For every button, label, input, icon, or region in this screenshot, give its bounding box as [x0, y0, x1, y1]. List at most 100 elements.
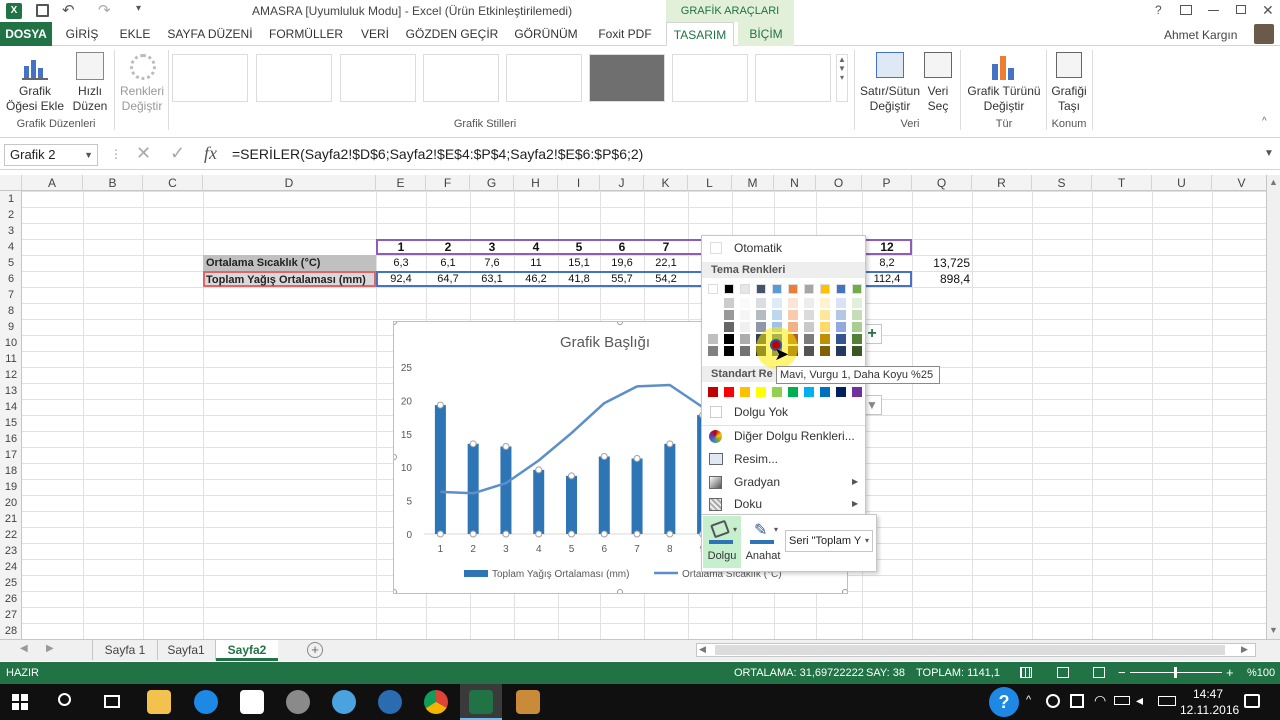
- theme-shade-swatch[interactable]: [836, 322, 846, 332]
- sheet-tab[interactable]: Sayfa 1: [94, 640, 156, 661]
- outline-button[interactable]: ✎ Anahat: [744, 516, 782, 568]
- standard-color-swatch[interactable]: [788, 387, 798, 397]
- row-header[interactable]: 8: [0, 303, 22, 319]
- column-header[interactable]: R: [972, 175, 1032, 191]
- insert-function-icon[interactable]: fx: [204, 143, 217, 164]
- column-header[interactable]: P: [862, 175, 912, 191]
- help-icon[interactable]: ?: [1155, 3, 1162, 17]
- edge-icon[interactable]: [194, 690, 218, 714]
- restore-icon[interactable]: [1236, 5, 1246, 14]
- bar-selection-handle[interactable]: [535, 530, 543, 538]
- row-header[interactable]: 2: [0, 207, 22, 223]
- tab-file[interactable]: DOSYA: [0, 22, 52, 46]
- x-tick-label[interactable]: 1: [438, 544, 444, 555]
- row-header[interactable]: 20: [0, 495, 22, 511]
- row-header[interactable]: 10: [0, 335, 22, 351]
- tab-foxit[interactable]: Foxit PDF: [590, 22, 660, 46]
- automatic-color-option[interactable]: Otomatik: [702, 237, 865, 259]
- theme-shade-swatch[interactable]: [788, 298, 798, 308]
- value-cell[interactable]: 92,4: [376, 271, 426, 287]
- row-header[interactable]: 22: [0, 527, 22, 543]
- collapse-ribbon-icon[interactable]: ^: [1262, 116, 1267, 127]
- row6-label-cell[interactable]: Toplam Yağış Ortalaması (mm): [203, 271, 376, 287]
- header-cell[interactable]: 3: [470, 239, 514, 255]
- row-header[interactable]: 26: [0, 591, 22, 607]
- scroll-left-icon[interactable]: ◀: [699, 644, 706, 655]
- bar-selection-handle[interactable]: [568, 530, 575, 538]
- standard-color-swatch[interactable]: [756, 387, 766, 397]
- next-sheet-icon[interactable]: ▶: [46, 643, 54, 654]
- row-header[interactable]: 4: [0, 239, 22, 255]
- theme-shade-swatch[interactable]: [836, 334, 846, 344]
- x-tick-label[interactable]: 2: [470, 544, 476, 555]
- row-header[interactable]: 21: [0, 511, 22, 527]
- app-refresh-icon[interactable]: [378, 690, 402, 714]
- chrome-icon[interactable]: [424, 690, 448, 714]
- store-icon[interactable]: [240, 690, 264, 714]
- scroll-up-icon[interactable]: ▲: [1269, 177, 1278, 187]
- theme-color-swatch[interactable]: [756, 284, 766, 294]
- y-tick-label[interactable]: 0: [406, 530, 412, 541]
- chart-resize-handle[interactable]: [617, 589, 623, 594]
- bar-selection-handle[interactable]: [666, 440, 674, 448]
- tab-home[interactable]: GİRİŞ: [56, 22, 108, 46]
- x-tick-label[interactable]: 6: [601, 544, 607, 555]
- y-tick-label[interactable]: 15: [401, 430, 413, 441]
- bar[interactable]: [533, 469, 545, 534]
- column-header[interactable]: N: [774, 175, 816, 191]
- standard-color-swatch[interactable]: [852, 387, 862, 397]
- column-header[interactable]: B: [83, 175, 143, 191]
- app-magnifier-icon[interactable]: [332, 690, 356, 714]
- column-header[interactable]: E: [376, 175, 426, 191]
- column-header[interactable]: J: [600, 175, 644, 191]
- theme-shade-swatch[interactable]: [820, 322, 830, 332]
- theme-shade-swatch[interactable]: [852, 310, 862, 320]
- gallery-more-icon[interactable]: ▲ ▼ ▾: [836, 54, 848, 102]
- chart-resize-handle[interactable]: [842, 589, 848, 594]
- theme-shade-swatch[interactable]: [740, 298, 750, 308]
- header-cell[interactable]: 6: [600, 239, 644, 255]
- bar-selection-handle[interactable]: [436, 530, 444, 538]
- theme-shade-swatch[interactable]: [820, 298, 830, 308]
- value-cell[interactable]: 7,6: [470, 255, 514, 271]
- bar[interactable]: [434, 405, 446, 534]
- zoom-slider-thumb[interactable]: [1174, 667, 1177, 678]
- bar-selection-handle[interactable]: [666, 530, 674, 538]
- chart-style-8[interactable]: [755, 54, 831, 102]
- change-chart-type-icon[interactable]: [990, 54, 1016, 80]
- column-header[interactable]: A: [22, 175, 83, 191]
- row-header[interactable]: 14: [0, 399, 22, 415]
- name-box[interactable]: Grafik 2 ▼: [4, 144, 98, 166]
- bar-selection-handle[interactable]: [469, 530, 477, 538]
- bar-selection-handle[interactable]: [633, 455, 641, 463]
- theme-shade-swatch[interactable]: [708, 298, 718, 308]
- vertical-scrollbar[interactable]: ▲ ▼: [1266, 175, 1280, 639]
- gradient-option[interactable]: Gradyan ▶: [702, 471, 865, 493]
- column-header[interactable]: K: [644, 175, 688, 191]
- user-name[interactable]: Ahmet Kargın: [1164, 28, 1237, 42]
- theme-shade-swatch[interactable]: [740, 322, 750, 332]
- header-cell[interactable]: 7: [644, 239, 688, 255]
- horizontal-scrollbar[interactable]: ◀ ▶: [696, 643, 1256, 657]
- page-layout-view-icon[interactable]: [1057, 667, 1069, 678]
- tab-formulas[interactable]: FORMÜLLER: [264, 22, 348, 46]
- row-header[interactable]: 6: [0, 271, 22, 287]
- column-header[interactable]: Q: [912, 175, 972, 191]
- cancel-icon[interactable]: ✕: [136, 143, 151, 164]
- enter-icon[interactable]: ✓: [170, 143, 185, 164]
- tab-data[interactable]: VERİ: [354, 22, 396, 46]
- theme-shade-swatch[interactable]: [852, 346, 862, 356]
- theme-shade-swatch[interactable]: [724, 334, 734, 344]
- theme-shade-swatch[interactable]: [724, 322, 734, 332]
- sheet-tab-active[interactable]: Sayfa2: [216, 640, 278, 661]
- excel-taskbar-icon[interactable]: [469, 690, 493, 714]
- theme-color-swatch[interactable]: [740, 284, 750, 294]
- tray-app-icon[interactable]: [1070, 694, 1084, 708]
- row-header[interactable]: 12: [0, 367, 22, 383]
- windows-start-icon[interactable]: [12, 694, 28, 710]
- row-header[interactable]: 25: [0, 575, 22, 591]
- tab-insert[interactable]: EKLE: [112, 22, 158, 46]
- standard-color-swatch[interactable]: [804, 387, 814, 397]
- row-header[interactable]: 28: [0, 623, 22, 639]
- tray-chevron-icon[interactable]: ^: [1026, 694, 1031, 706]
